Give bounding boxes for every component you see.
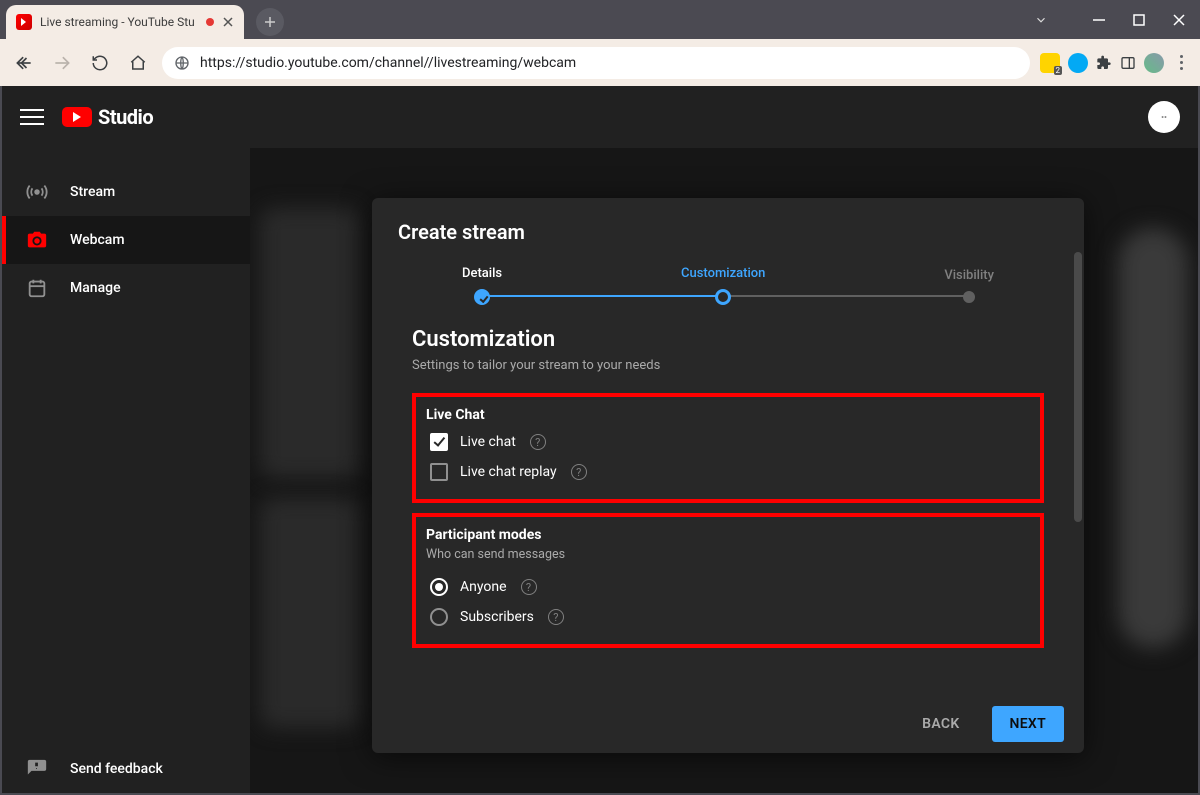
step-label: Visibility (944, 268, 994, 283)
youtube-favicon-icon (16, 14, 32, 30)
tab-strip: Live streaming - YouTube Stu (6, 5, 284, 39)
sidebar-item-stream[interactable]: Stream (2, 168, 250, 216)
dialog-footer: BACK NEXT (372, 695, 1084, 753)
step-visibility[interactable]: Visibility (944, 268, 994, 303)
option-label: Anyone (460, 579, 507, 595)
step-label: Customization (681, 266, 765, 281)
window-close-icon[interactable] (1172, 13, 1186, 27)
extension-icons (1040, 53, 1190, 73)
live-chat-group: Live Chat Live chat ? Live chat replay ? (412, 393, 1044, 503)
tab-title: Live streaming - YouTube Stu (40, 15, 198, 29)
group-subtitle: Who can send messages (426, 547, 1030, 562)
group-title: Live Chat (426, 407, 1030, 423)
participant-modes-group: Participant modes Who can send messages … (412, 513, 1044, 648)
menu-button[interactable] (20, 105, 44, 129)
help-icon[interactable]: ? (571, 464, 587, 480)
studio-logo[interactable]: Studio (62, 105, 153, 129)
forward-button[interactable] (48, 49, 76, 77)
option-anyone[interactable]: Anyone ? (426, 572, 1030, 602)
radio-unselected-icon[interactable] (430, 608, 448, 626)
camera-icon (26, 229, 48, 251)
chevron-down-icon[interactable] (1034, 13, 1048, 27)
step-customization[interactable]: Customization (681, 266, 765, 305)
option-label: Live chat (460, 434, 516, 450)
tab-close-button[interactable] (222, 16, 234, 28)
step-done-icon (474, 289, 490, 305)
window-maximize-icon[interactable] (1132, 13, 1146, 27)
new-tab-button[interactable] (256, 8, 284, 36)
youtube-studio-app: Studio •• Stream Webcam Mana (2, 86, 1198, 793)
scrollbar-thumb[interactable] (1074, 252, 1082, 522)
home-button[interactable] (124, 49, 152, 77)
back-button[interactable] (10, 49, 38, 77)
content-area: Create stream Details Customization Visi… (250, 148, 1198, 793)
option-subscribers[interactable]: Subscribers ? (426, 602, 1030, 632)
dialog-body: Customization Settings to tailor your st… (372, 305, 1084, 695)
checkbox-checked-icon[interactable] (430, 433, 448, 451)
recording-dot-icon (206, 18, 214, 26)
sidebar-item-label: Stream (70, 184, 115, 200)
step-details[interactable]: Details (462, 266, 502, 305)
extensions-puzzle-icon[interactable] (1096, 55, 1112, 71)
section-title: Customization (412, 327, 1044, 352)
option-label: Subscribers (460, 609, 534, 625)
youtube-play-icon (62, 107, 92, 127)
window-minimize-icon[interactable] (1092, 13, 1106, 27)
help-icon[interactable]: ? (521, 579, 537, 595)
dialog-title: Create stream (372, 198, 1084, 260)
reload-button[interactable] (86, 49, 114, 77)
app-header: Studio •• (2, 86, 1198, 148)
option-label: Live chat replay (460, 464, 557, 480)
help-icon[interactable]: ? (548, 609, 564, 625)
back-button[interactable]: BACK (904, 706, 977, 742)
checkbox-unchecked-icon[interactable] (430, 463, 448, 481)
feedback-icon (26, 758, 48, 780)
sidebar-item-label: Manage (70, 280, 121, 296)
option-live-chat-replay[interactable]: Live chat replay ? (426, 457, 1030, 487)
extension-icon[interactable] (1040, 53, 1060, 73)
stream-icon (26, 181, 48, 203)
profile-avatar-small[interactable] (1144, 53, 1164, 73)
account-avatar[interactable]: •• (1148, 101, 1180, 133)
browser-toolbar: https://studio.youtube.com/channel//live… (0, 39, 1200, 86)
create-stream-dialog: Create stream Details Customization Visi… (372, 198, 1084, 753)
side-panel-icon[interactable] (1120, 55, 1136, 71)
step-current-icon (715, 289, 731, 305)
sidebar-item-label: Webcam (70, 232, 125, 248)
calendar-icon (26, 277, 48, 299)
site-info-icon[interactable] (174, 55, 190, 71)
address-bar[interactable]: https://studio.youtube.com/channel//live… (162, 47, 1030, 79)
next-button[interactable]: NEXT (992, 706, 1064, 742)
url-text: https://studio.youtube.com/channel//live… (200, 55, 1018, 71)
group-title: Participant modes (426, 527, 1030, 543)
step-upcoming-icon (963, 291, 975, 303)
sidebar-item-manage[interactable]: Manage (2, 264, 250, 312)
browser-tab[interactable]: Live streaming - YouTube Stu (6, 5, 244, 39)
radio-selected-icon[interactable] (430, 578, 448, 596)
sidebar-item-feedback[interactable]: Send feedback (2, 745, 250, 793)
sidebar: Stream Webcam Manage Send feedback (2, 148, 250, 793)
studio-wordmark: Studio (98, 105, 153, 129)
help-icon[interactable]: ? (530, 434, 546, 450)
step-label: Details (462, 266, 502, 281)
option-live-chat[interactable]: Live chat ? (426, 427, 1030, 457)
stepper: Details Customization Visibility (372, 266, 1084, 305)
browser-menu-button[interactable] (1172, 54, 1190, 72)
sidebar-item-webcam[interactable]: Webcam (2, 216, 250, 264)
section-subtitle: Settings to tailor your stream to your n… (412, 358, 1044, 373)
sidebar-item-label: Send feedback (70, 761, 163, 777)
extension-icon[interactable] (1068, 53, 1088, 73)
